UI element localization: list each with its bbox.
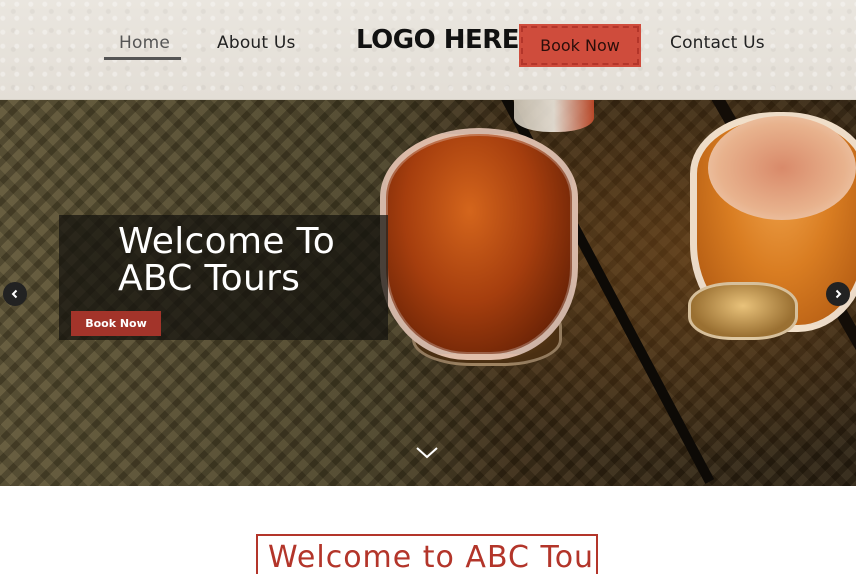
site-logo[interactable]: LOGO HERE: [356, 25, 520, 55]
welcome-section-heading-box: Welcome to ABC Tours: [256, 534, 598, 574]
hero-title: Welcome To ABC Tours: [118, 223, 378, 297]
scroll-down-button[interactable]: [415, 445, 439, 461]
welcome-section-title: Welcome to ABC Tours: [268, 540, 598, 574]
nav-active-underline: [104, 57, 181, 60]
slider-prev-button[interactable]: [3, 282, 27, 306]
site-header: Home About Us LOGO HERE Book Now Contact…: [0, 0, 856, 100]
hero-book-now-button[interactable]: Book Now: [71, 311, 161, 336]
hero-image-beer-foam: [708, 116, 856, 220]
chevron-down-icon: [416, 447, 438, 459]
hero-image-beer-glass-center: [380, 128, 578, 360]
nav-contact-link[interactable]: Contact Us: [670, 33, 765, 53]
hero-image-glass-base: [688, 282, 798, 340]
chevron-left-icon: [11, 289, 18, 299]
slider-next-button[interactable]: [826, 282, 850, 306]
nav-book-now-button[interactable]: Book Now: [519, 24, 641, 67]
nav-home-link[interactable]: Home: [119, 33, 170, 53]
chevron-right-icon: [835, 289, 842, 299]
nav-about-link[interactable]: About Us: [217, 33, 296, 53]
hero-image-glass-top: [514, 100, 594, 132]
hero-title-line-2: ABC Tours: [118, 258, 301, 299]
hero-title-line-1: Welcome To: [118, 221, 336, 262]
